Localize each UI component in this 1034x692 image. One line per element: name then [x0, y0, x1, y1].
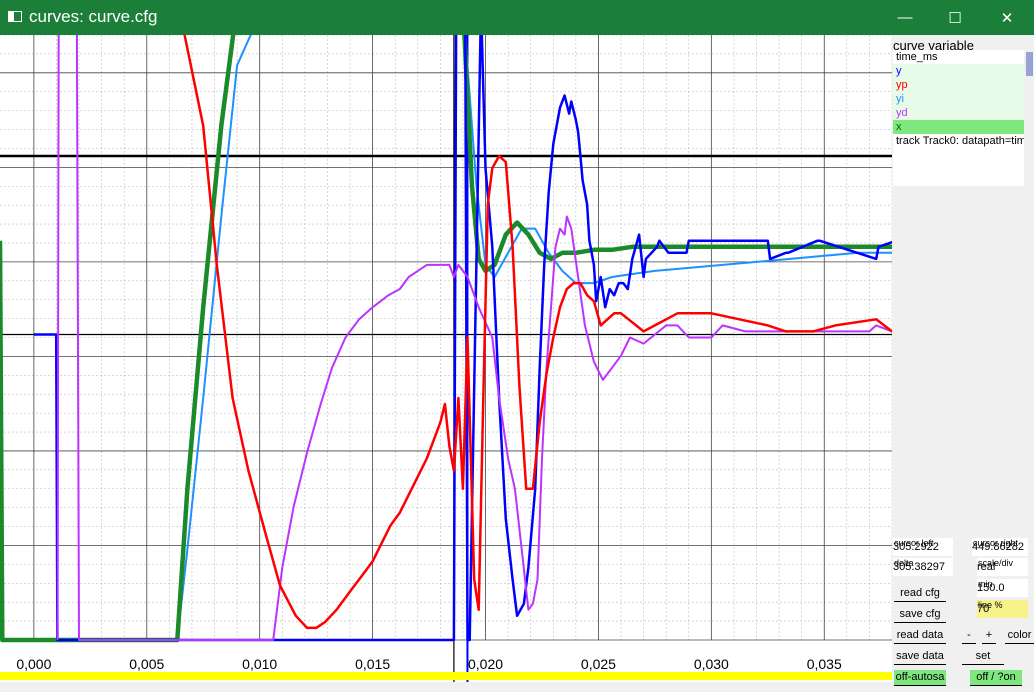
list-scrollbar[interactable] [1025, 50, 1034, 186]
on-off-toggle-button[interactable]: off / ?on [970, 670, 1022, 686]
minimize-icon[interactable]: — [880, 0, 930, 35]
delta-caption: delta [894, 558, 914, 568]
scrollbar-thumb[interactable] [1026, 52, 1033, 76]
read-cfg-button[interactable]: read cfg [894, 585, 946, 602]
curve-variable-item[interactable]: y [893, 64, 1024, 78]
save-data-button[interactable]: save data [894, 648, 946, 665]
curve-chart[interactable]: 0,000 0,005 0,010 0,015 0,020 0,025 0,030 0,035 [0, 35, 892, 682]
color-button[interactable]: color [1005, 627, 1034, 644]
x-tick-label: 0,010 [242, 656, 277, 672]
close-icon[interactable]: ✕ [982, 0, 1032, 35]
minor-grid [0, 35, 892, 640]
curve-variable-item[interactable]: yd [893, 106, 1024, 120]
set-button[interactable]: set [962, 648, 1004, 665]
x-tick-label: 0,005 [129, 656, 164, 672]
curve-variable-item[interactable]: yi [893, 92, 1024, 106]
x-tick-label: 0,035 [807, 656, 842, 672]
series-line-y [33, 35, 892, 642]
title-bar: curves: curve.cfg — ☐ ✕ [0, 0, 1034, 35]
min-caption: min [978, 579, 993, 589]
read-data-button[interactable]: read data [894, 627, 946, 644]
curve-variable-item[interactable]: track Track0: datapath=time [893, 134, 1024, 148]
x-tick-label: 0,030 [694, 656, 729, 672]
maximize-icon[interactable]: ☐ [930, 0, 980, 35]
x-tick-label: 0,015 [355, 656, 390, 672]
x-tick-labels: 0,000 0,005 0,010 0,015 0,020 0,025 0,030 0,035 [16, 656, 842, 672]
curve-variable-item[interactable]: x [893, 120, 1024, 134]
cursor-right-caption: cursor right [973, 538, 1019, 548]
curve-variable-item[interactable]: time_ms [893, 50, 1024, 64]
time-range-bar[interactable] [0, 672, 892, 680]
cursor-left-caption: cursor left [894, 538, 934, 548]
x-tick-label: 0,000 [16, 656, 51, 672]
plot-area[interactable]: 0,000 0,005 0,010 0,015 0,020 0,025 0,030 0,035 [0, 35, 892, 682]
scale-caption: scale/div [978, 558, 1014, 568]
curve-variable-item[interactable]: yp [893, 78, 1024, 92]
series-line-yp [183, 35, 892, 630]
curve-variable-list[interactable]: time_ms y yp yi yd x track Track0: datapath=ti… [893, 50, 1024, 186]
minus-button[interactable]: - [962, 627, 976, 644]
window-title: curves: curve.cfg [29, 7, 158, 26]
x-tick-label: 0,020 [468, 656, 503, 672]
app-window-icon [8, 11, 22, 22]
autosave-toggle-button[interactable]: off-autosa [894, 670, 946, 686]
plus-button[interactable]: + [982, 627, 996, 644]
save-cfg-button[interactable]: save cfg [894, 606, 946, 623]
x-tick-label: 0,025 [581, 656, 616, 672]
line-percent-caption: line % [978, 600, 1003, 610]
